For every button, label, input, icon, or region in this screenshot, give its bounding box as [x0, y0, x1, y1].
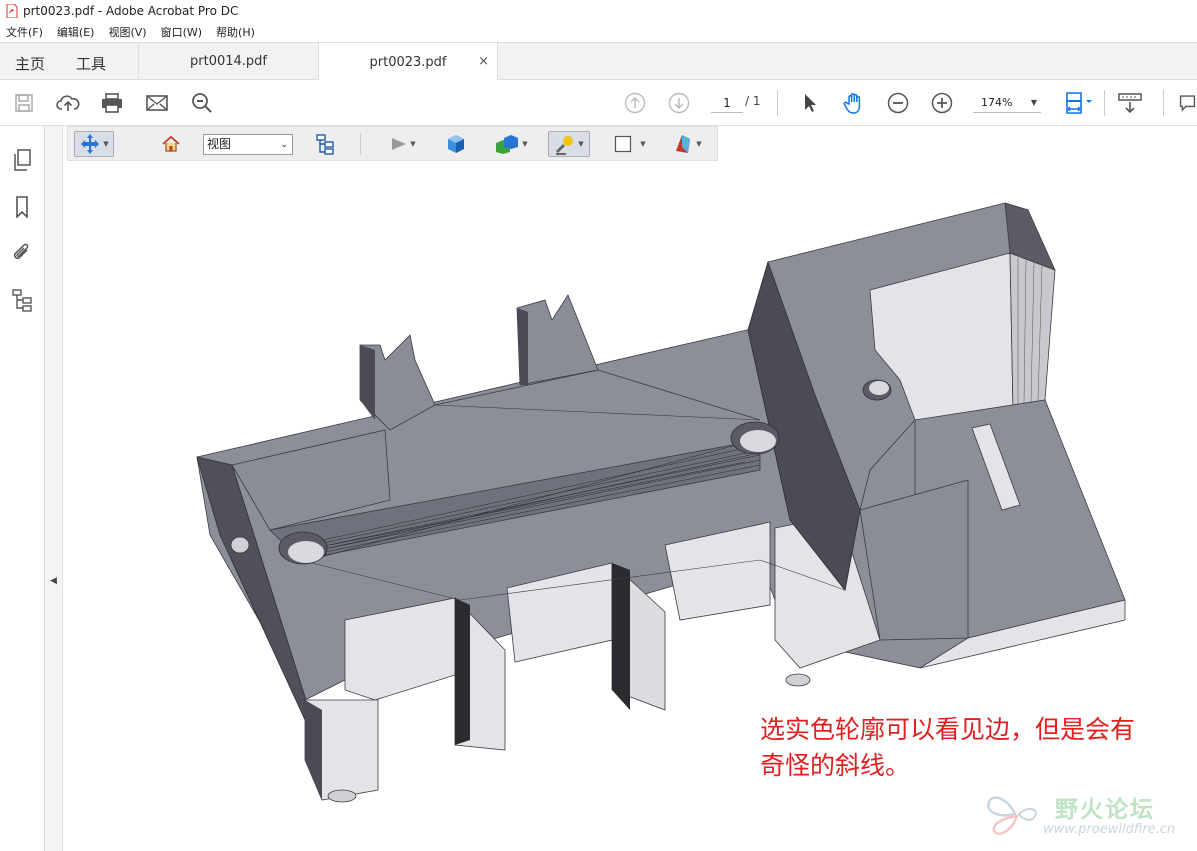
- rotate-3d-icon[interactable]: ▼: [74, 131, 114, 157]
- toolbar-divider: [1104, 90, 1105, 116]
- annotation-note: 选实色轮廓可以看见边，但是会有 奇怪的斜线。: [760, 712, 1197, 784]
- zoom-level-select[interactable]: 174% ▼: [973, 93, 1041, 113]
- chevron-down-icon: ⌄: [280, 140, 288, 150]
- acrobat-pdf-icon: [6, 3, 18, 19]
- select-icon[interactable]: [798, 91, 822, 115]
- page-up-icon[interactable]: [623, 91, 647, 115]
- menu-bar: 文件(F) 编辑(E) 视图(V) 窗口(W) 帮助(H): [0, 22, 1197, 42]
- menu-help[interactable]: 帮助(H): [216, 24, 255, 40]
- collapse-arrow-icon: ◀: [50, 576, 57, 586]
- butterfly-logo-icon: [987, 796, 1037, 835]
- view-select[interactable]: 视图 ⌄: [203, 134, 293, 155]
- window-title: prt0023.pdf - Adobe Acrobat Pro DC: [23, 4, 239, 18]
- hand-icon[interactable]: [842, 91, 866, 115]
- attachment-icon[interactable]: [10, 241, 34, 265]
- play-icon[interactable]: ▼: [386, 131, 420, 157]
- toolbar-divider: [1163, 90, 1164, 116]
- cube-icon[interactable]: [444, 131, 468, 157]
- menu-window[interactable]: 窗口(W): [161, 24, 202, 40]
- pane-collapse-handle[interactable]: ◀: [45, 126, 63, 851]
- chevron-down-icon: ▼: [578, 140, 584, 148]
- chevron-down-icon: ▼: [410, 140, 416, 148]
- page-total: / 1: [745, 94, 761, 108]
- menu-file[interactable]: 文件(F): [6, 24, 43, 40]
- home-view-icon[interactable]: [160, 131, 182, 157]
- chevron-down-icon: ▼: [103, 140, 109, 148]
- tab-document-prt0014[interactable]: prt0014.pdf: [138, 43, 318, 80]
- watermark-url: www.proewildfire.cn: [1043, 822, 1176, 837]
- chevron-down-icon: ▼: [640, 140, 646, 148]
- tab-document-label: prt0023.pdf: [369, 54, 447, 70]
- search-icon[interactable]: [190, 91, 214, 115]
- watermark-title: 野火论坛: [1055, 797, 1155, 823]
- bookmark-icon[interactable]: [10, 195, 34, 219]
- tab-document-label: prt0014.pdf: [190, 54, 267, 69]
- print-icon[interactable]: [100, 91, 124, 115]
- main-toolbar: 1 / 1 174% ▼: [0, 80, 1197, 126]
- annotation-line-1: 选实色轮廓可以看见边，但是会有: [760, 715, 1136, 744]
- model-tree-icon[interactable]: [314, 131, 336, 157]
- comment-icon[interactable]: [1178, 91, 1197, 115]
- pages-icon[interactable]: [10, 148, 34, 172]
- page-down-icon[interactable]: [667, 91, 691, 115]
- tree-icon[interactable]: [10, 288, 34, 312]
- left-navigation-pane: [0, 126, 45, 851]
- forum-watermark: 野火论坛 www.proewildfire.cn: [985, 784, 1197, 844]
- annotation-line-2: 奇怪的斜线。: [760, 751, 911, 780]
- tab-bar: 主页 工具 prt0014.pdf prt0023.pdf ×: [0, 42, 1197, 81]
- close-tab-icon[interactable]: ×: [478, 54, 489, 69]
- cross-section-icon[interactable]: ▼: [666, 131, 708, 157]
- menu-edit[interactable]: 编辑(E): [57, 24, 95, 40]
- lighting-icon[interactable]: ▼: [548, 131, 590, 157]
- scroll-mode-icon[interactable]: [1117, 91, 1143, 115]
- tab-tools[interactable]: 工具: [76, 53, 106, 74]
- zoom-in-icon[interactable]: [930, 91, 954, 115]
- tab-document-prt0023[interactable]: prt0023.pdf ×: [318, 43, 498, 81]
- chevron-down-icon: ▼: [522, 140, 528, 148]
- view-select-value: 视图: [207, 137, 232, 151]
- window-titlebar: prt0023.pdf - Adobe Acrobat Pro DC: [0, 0, 1197, 22]
- 3d-toolbar: ▼ 视图 ⌄ ▼ ▼ ▼ ▼ ▼: [67, 126, 718, 161]
- page-number-input[interactable]: 1: [711, 93, 743, 113]
- tab-home[interactable]: 主页: [15, 53, 45, 74]
- menu-view[interactable]: 视图(V): [108, 24, 146, 40]
- zoom-level-value: 174%: [981, 96, 1013, 109]
- background-icon[interactable]: ▼: [608, 131, 652, 157]
- save-icon[interactable]: [12, 91, 36, 115]
- toolbar-divider: [360, 133, 361, 155]
- render-mode-icon[interactable]: ▼: [490, 131, 532, 157]
- chevron-down-icon: ▼: [696, 140, 702, 148]
- zoom-out-icon[interactable]: [886, 91, 910, 115]
- mail-icon[interactable]: [145, 91, 169, 115]
- fit-page-icon[interactable]: [1062, 91, 1096, 115]
- toolbar-divider: [777, 90, 778, 116]
- chevron-down-icon: ▼: [1030, 98, 1037, 107]
- upload-icon[interactable]: [56, 91, 80, 115]
